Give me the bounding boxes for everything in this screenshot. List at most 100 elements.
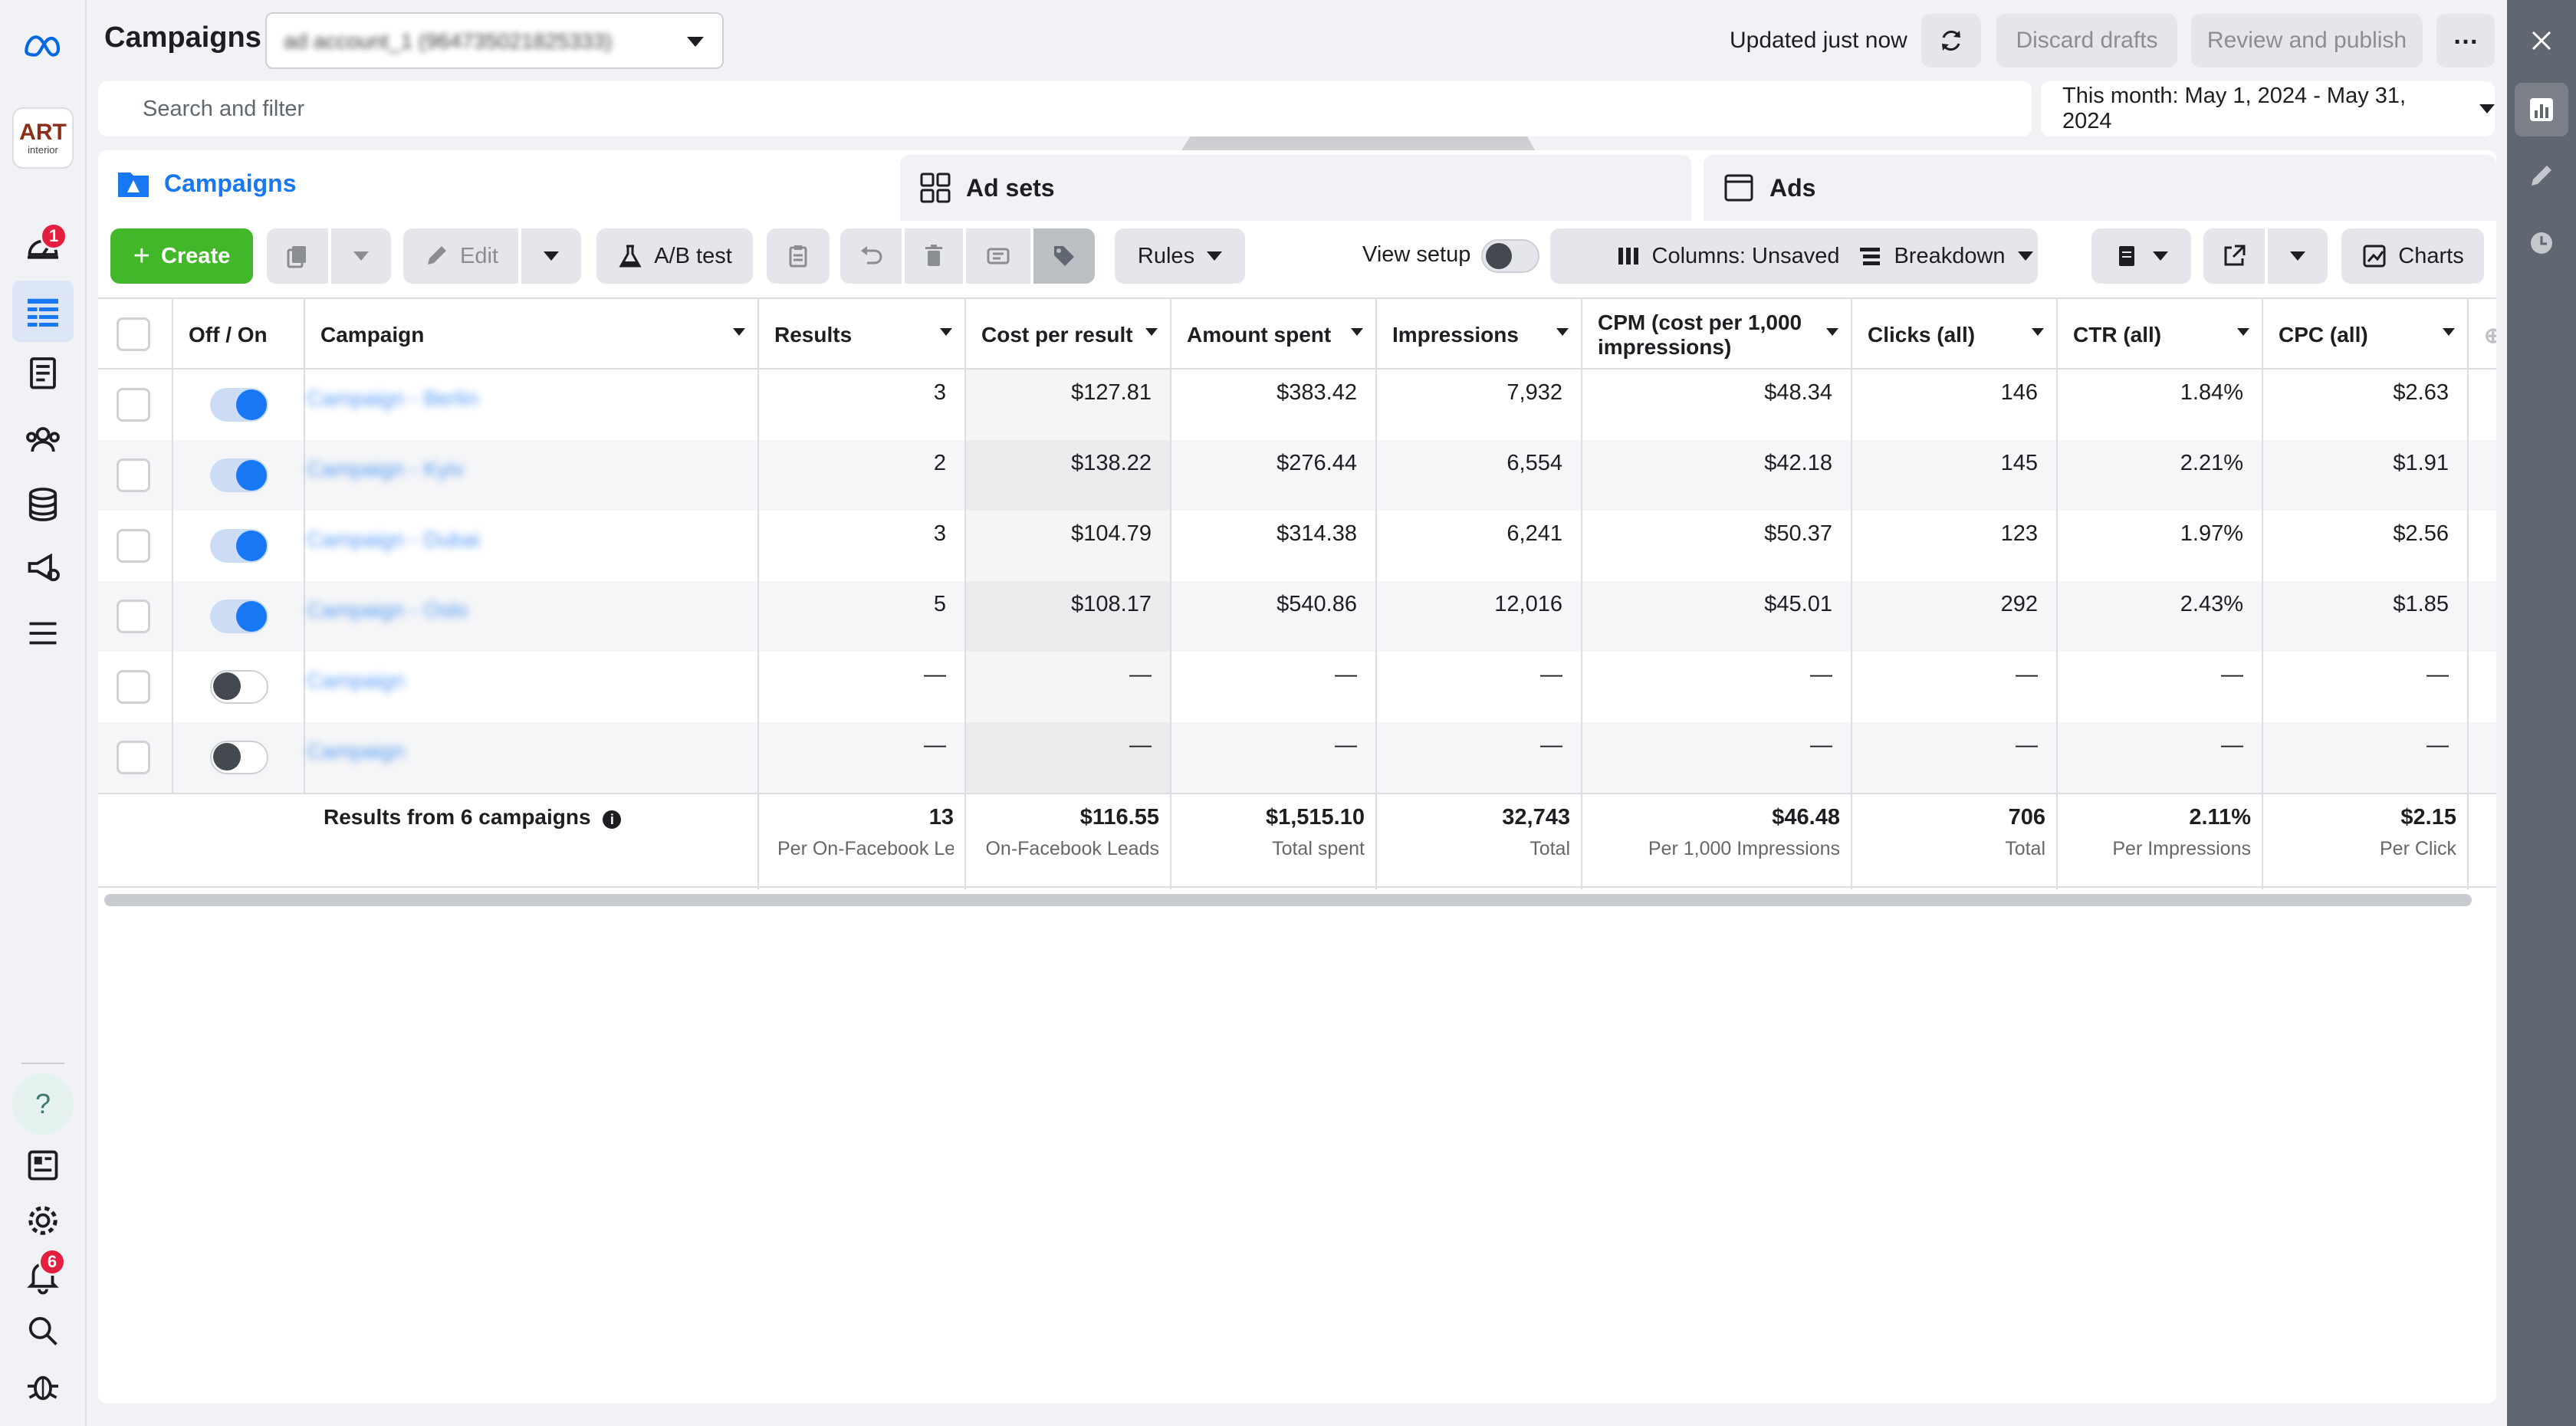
search-placeholder: Search and filter (143, 97, 305, 121)
tag-button[interactable] (1033, 228, 1095, 284)
account-selector[interactable]: ad account_1 (964735021825333) (265, 12, 724, 69)
campaign-toggle[interactable] (210, 741, 268, 774)
campaign-toggle[interactable] (210, 670, 268, 704)
search-icon[interactable] (12, 1300, 74, 1362)
cell-cpm: $50.37 (1582, 511, 1852, 581)
campaigns-icon[interactable] (12, 281, 74, 342)
table-row[interactable]: Campaign — — — — — — — — (98, 722, 2496, 793)
view-setup-toggle[interactable] (1481, 239, 1539, 273)
edit-pencil-icon[interactable] (2515, 149, 2568, 202)
advertising-settings-icon[interactable] (12, 537, 74, 598)
reports-icon[interactable] (12, 343, 74, 405)
table-row[interactable]: Campaign - Berlin 3 $127.81 $383.42 7,932 $48… (98, 370, 2496, 440)
export-button[interactable] (2203, 228, 2265, 284)
settings-gear-icon[interactable] (12, 1190, 74, 1251)
meta-logo-icon[interactable] (12, 15, 74, 77)
chevron-down-icon (544, 251, 559, 261)
header-cpm[interactable]: CPM (cost per 1,000 impressions) (1582, 299, 1852, 371)
undo-button[interactable] (840, 228, 902, 284)
account-overview-icon[interactable]: 1 (12, 216, 74, 278)
all-tools-menu-icon[interactable] (12, 603, 74, 664)
report-bug-icon[interactable] (12, 1355, 74, 1417)
row-checkbox[interactable] (117, 529, 150, 563)
search-input[interactable]: Search and filter (98, 81, 2032, 136)
horizontal-scrollbar[interactable] (104, 894, 2472, 906)
row-checkbox[interactable] (117, 670, 150, 704)
header-cpc[interactable]: CPC (all) (2263, 299, 2469, 371)
edit-dropdown-button[interactable] (521, 228, 581, 284)
row-checkbox[interactable] (117, 741, 150, 774)
header-off-on[interactable]: Off / On (173, 299, 305, 371)
header-results[interactable]: Results (759, 299, 966, 371)
campaign-toggle[interactable] (210, 458, 268, 492)
chevron-down-icon (1207, 251, 1223, 261)
header-spent[interactable]: Amount spent (1171, 299, 1377, 371)
review-publish-button[interactable]: Review and publish (2191, 14, 2423, 67)
delete-button[interactable] (905, 228, 963, 284)
duplicate-dropdown-button[interactable] (331, 228, 391, 284)
header-cpr[interactable]: Cost per result (966, 299, 1171, 371)
add-column-icon[interactable]: ⊕ (2469, 299, 2496, 371)
news-icon[interactable] (12, 1135, 74, 1196)
audiences-icon[interactable] (12, 409, 74, 471)
header-ctr[interactable]: CTR (all) (2058, 299, 2263, 371)
table-row[interactable]: Campaign - Kyiv 2 $138.22 $276.44 6,554 $42.1… (98, 440, 2496, 511)
campaign-toggle[interactable] (210, 529, 268, 563)
cell-impr: 6,554 (1377, 440, 1582, 511)
reports-export-button[interactable] (2091, 228, 2191, 284)
table-row[interactable]: Campaign — — — — — — — — (98, 652, 2496, 722)
tab-campaigns[interactable]: Campaigns (98, 150, 888, 216)
rules-button[interactable]: Rules (1115, 228, 1245, 284)
charts-button[interactable]: Charts (2341, 228, 2484, 284)
cell-ctr: 2.43% (2058, 581, 2263, 652)
more-options-button[interactable]: … (2436, 14, 2495, 67)
cell-results: 2 (759, 440, 966, 511)
tab-ads[interactable]: Ads (1704, 155, 2496, 221)
left-navigation: ART interior 1 ? 6 (0, 0, 87, 1426)
convert-button[interactable] (966, 228, 1030, 284)
notifications-bell-icon[interactable]: 6 (12, 1245, 74, 1306)
cell-ctr: — (2058, 722, 2263, 793)
insights-chart-icon[interactable] (2515, 83, 2568, 136)
table-row[interactable]: Campaign - Dubai 3 $104.79 $314.38 6,241 $50.… (98, 511, 2496, 581)
ab-test-button[interactable]: A/B test (596, 228, 753, 284)
cell-results: — (759, 722, 966, 793)
row-checkbox[interactable] (117, 388, 150, 422)
account-avatar[interactable]: ART interior (12, 107, 74, 169)
close-icon[interactable] (2515, 14, 2568, 67)
help-icon[interactable]: ? (12, 1073, 74, 1135)
export-dropdown-button[interactable] (2268, 228, 2328, 284)
billing-icon[interactable] (12, 474, 74, 535)
tab-ad-sets[interactable]: Ad sets (900, 155, 1691, 221)
folder-icon (118, 172, 149, 197)
nav-divider (21, 1063, 64, 1064)
campaign-toggle[interactable] (210, 388, 268, 422)
table-row[interactable]: Campaign - Oslo 5 $108.17 $540.86 12,016 $45.… (98, 581, 2496, 652)
edit-button[interactable]: Edit (403, 228, 518, 284)
breakdown-button[interactable]: Breakdown (1852, 228, 2038, 284)
cell-clicks: — (1852, 722, 2058, 793)
campaign-toggle[interactable] (210, 600, 268, 633)
row-checkbox[interactable] (117, 600, 150, 633)
history-clock-icon[interactable] (2515, 216, 2568, 270)
date-range-picker[interactable]: This month: May 1, 2024 - May 31, 2024 (2041, 81, 2495, 136)
campaign-name-link[interactable]: Campaign - Berlin (307, 386, 478, 411)
row-checkbox[interactable] (117, 458, 150, 492)
refresh-button[interactable] (1921, 14, 1981, 67)
create-button[interactable]: + Create (110, 228, 253, 284)
info-icon[interactable]: i (603, 810, 622, 829)
campaign-name-link[interactable]: Campaign (307, 669, 405, 693)
campaign-name-link[interactable]: Campaign - Oslo (307, 598, 468, 623)
cell-cpc: $1.91 (2263, 440, 2469, 511)
campaign-name-link[interactable]: Campaign (307, 739, 405, 764)
header-campaign[interactable]: Campaign (305, 299, 759, 371)
clipboard-button[interactable] (767, 228, 830, 284)
campaign-name-link[interactable]: Campaign - Dubai (307, 527, 480, 552)
select-all-checkbox[interactable] (117, 317, 150, 351)
cell-spent: — (1171, 652, 1377, 722)
duplicate-button[interactable] (267, 228, 328, 284)
header-impr[interactable]: Impressions (1377, 299, 1582, 371)
campaign-name-link[interactable]: Campaign - Kyiv (307, 457, 464, 481)
discard-drafts-button[interactable]: Discard drafts (1996, 14, 2177, 67)
header-clicks[interactable]: Clicks (all) (1852, 299, 2058, 371)
